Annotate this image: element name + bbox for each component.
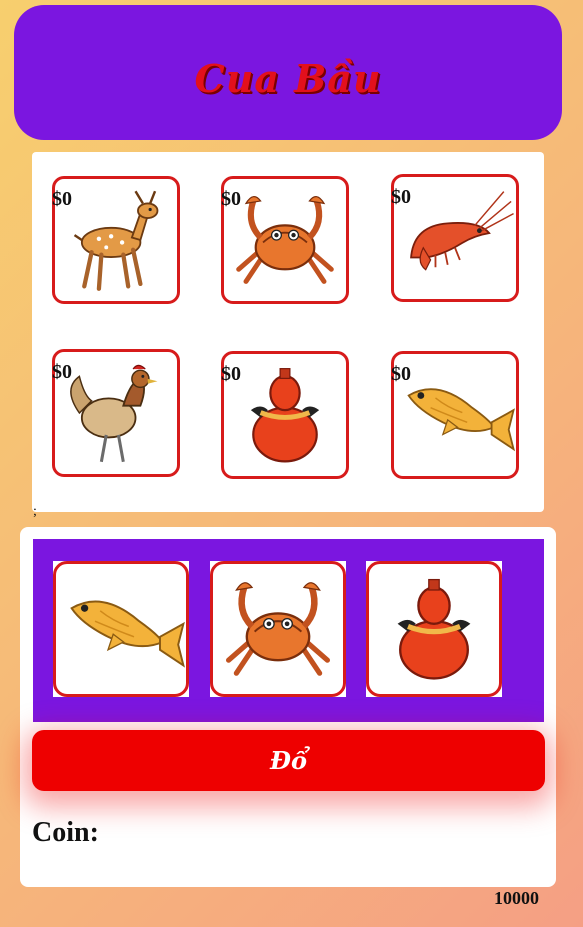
title-banner: Cua Bầu: [14, 5, 562, 140]
bet-cell-shrimp[interactable]: $0: [391, 174, 519, 302]
bet-cell-deer[interactable]: $0: [52, 176, 180, 304]
gourd-icon: [224, 354, 346, 476]
crab-icon: [224, 179, 346, 301]
bet-cell-gourd[interactable]: $0: [221, 351, 349, 479]
game-title: Cua Bầu: [194, 56, 382, 101]
coin-value: 10000: [494, 888, 539, 908]
bet-amount-crab: $0: [221, 188, 241, 210]
stray-text: ;: [33, 504, 37, 519]
die-2: [210, 561, 346, 697]
fish-icon: [394, 354, 516, 476]
rooster-icon: [55, 352, 177, 474]
result-panel: Đổ Coin:: [20, 527, 556, 887]
bet-amount-rooster: $0: [52, 361, 72, 383]
gourd-icon: [369, 564, 499, 694]
bet-amount-deer: $0: [52, 188, 72, 210]
roll-button[interactable]: Đổ: [32, 730, 545, 791]
coin-label: Coin:: [32, 817, 99, 848]
shrimp-icon: [394, 177, 516, 299]
bet-cell-rooster[interactable]: $0: [52, 349, 180, 477]
deer-icon: [55, 179, 177, 301]
bet-amount-fish: $0: [391, 363, 411, 385]
die-1: [53, 561, 189, 697]
bet-amount-gourd: $0: [221, 363, 241, 385]
bet-amount-shrimp: $0: [391, 186, 411, 208]
bet-cell-crab[interactable]: $0: [221, 176, 349, 304]
crab-icon: [213, 564, 343, 694]
bet-cell-fish[interactable]: $0: [391, 351, 519, 479]
die-3: [366, 561, 502, 697]
fish-icon: [56, 564, 186, 694]
dice-tray: [33, 539, 544, 722]
betting-board: $0 $0 $0 $0 $0 $0: [32, 152, 544, 512]
